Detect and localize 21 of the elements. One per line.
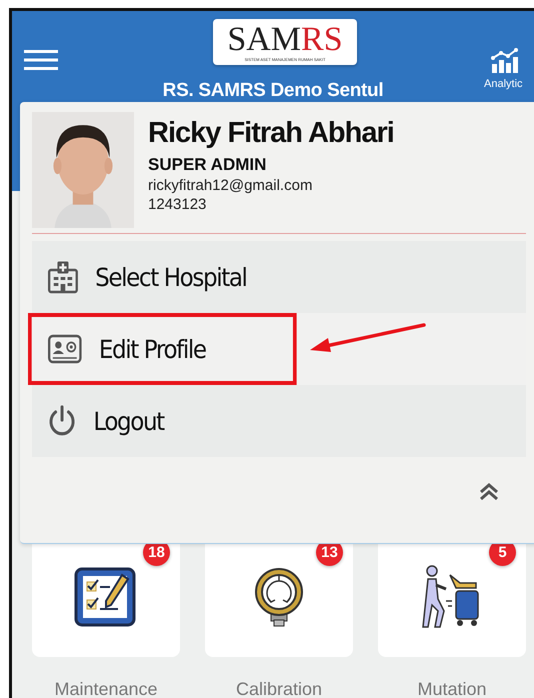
- menu-icon[interactable]: [24, 49, 58, 71]
- bar-chart-icon: [490, 48, 518, 74]
- hospital-name: RS. SAMRS Demo Sentul: [162, 81, 384, 101]
- tile-label: Maintenance: [54, 679, 158, 698]
- user-phone: 1243123: [148, 196, 208, 213]
- logo-text: SAMRS: [227, 22, 343, 56]
- analytics-button[interactable]: Analytic: [482, 48, 534, 90]
- contact-card-icon: [47, 334, 82, 364]
- collapse-icon[interactable]: [478, 483, 500, 501]
- menu-item[interactable]: Edit Profile: [28, 313, 297, 385]
- user-role: SUPER ADMIN: [148, 155, 268, 175]
- checklist-icon: [74, 567, 138, 627]
- menu-item[interactable]: Select Hospital: [28, 241, 265, 313]
- tile-label: Mutation: [417, 679, 487, 698]
- tile-label: Calibration: [236, 679, 322, 698]
- hospital-icon: [47, 260, 79, 294]
- menu-item[interactable]: Logout: [28, 385, 182, 457]
- power-icon: [47, 405, 77, 437]
- user-email: rickyfitrah12@gmail.com: [148, 177, 314, 194]
- dial-icon: [253, 566, 305, 628]
- user-name: Ricky Fitrah Abhari: [148, 116, 394, 151]
